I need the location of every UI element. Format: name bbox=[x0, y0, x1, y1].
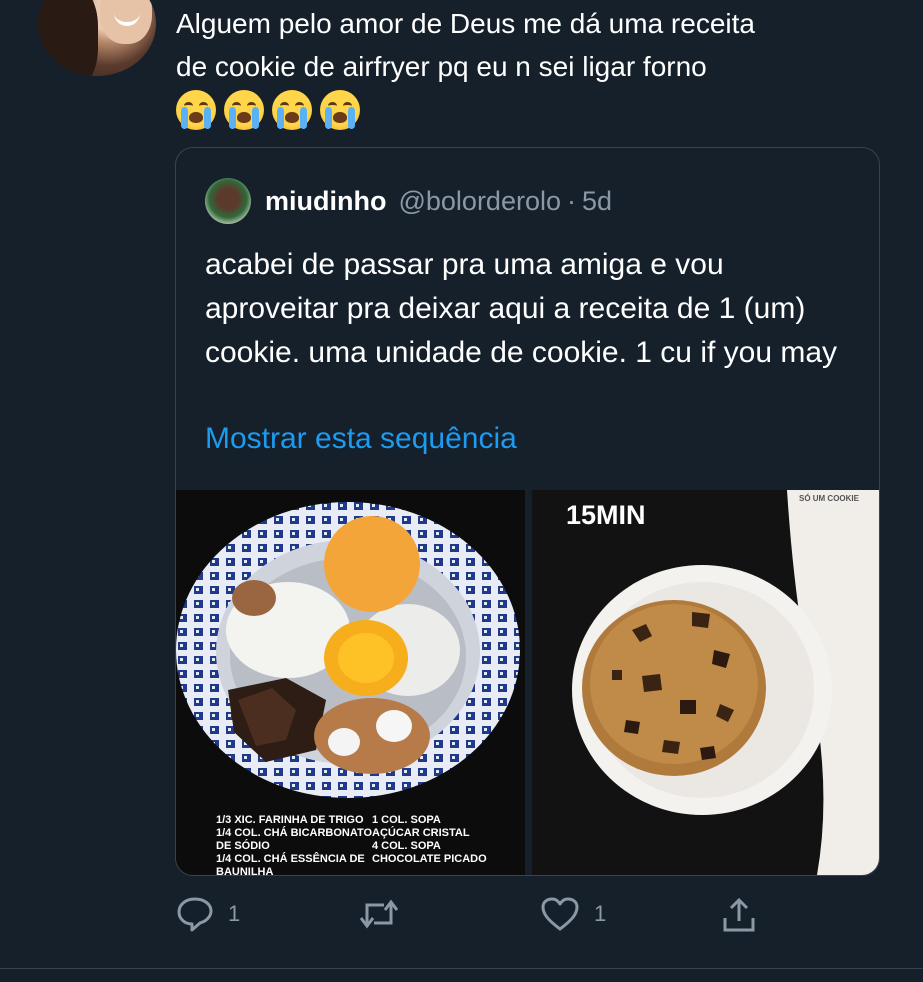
retweet-icon bbox=[359, 899, 399, 929]
loudly-crying-face-icon bbox=[320, 90, 360, 130]
recipe-line: 1/3 XIC. FARINHA DE TRIGO bbox=[216, 814, 364, 826]
like-button[interactable]: 1 bbox=[540, 896, 606, 932]
quoted-tweet[interactable]: miudinho @bolorderolo · 5d acabei de pas… bbox=[175, 147, 880, 876]
share-icon bbox=[723, 897, 755, 932]
time-label: 15MIN bbox=[566, 500, 646, 530]
recipe-line: 4 COL. SOPA bbox=[372, 840, 441, 852]
quoted-display-name[interactable]: miudinho bbox=[265, 186, 386, 217]
recipe-line: DE SÓDIO bbox=[216, 840, 270, 852]
retweet-button[interactable] bbox=[358, 896, 414, 932]
loudly-crying-face-icon bbox=[272, 90, 312, 130]
share-button[interactable] bbox=[721, 896, 757, 934]
cookie-plate-illustration bbox=[532, 490, 879, 875]
tweet-text: Alguem pelo amor de Deus me dá uma recei… bbox=[176, 2, 896, 88]
quoted-handle[interactable]: @bolorderolo bbox=[398, 186, 561, 217]
loudly-crying-face-icon bbox=[224, 90, 264, 130]
emoji-row bbox=[176, 90, 360, 130]
author-avatar[interactable] bbox=[38, 0, 156, 76]
photo-caption: SÓ UM COOKIE bbox=[798, 494, 859, 503]
separator-dot: · bbox=[567, 185, 576, 216]
quoted-tweet-header: miudinho @bolorderolo · 5d bbox=[205, 178, 612, 224]
loudly-crying-face-icon bbox=[176, 90, 216, 130]
ingredients-photo[interactable]: 1/3 XIC. FARINHA DE TRIGO 1/4 COL. CHÁ B… bbox=[176, 490, 525, 875]
show-thread-link[interactable]: Mostrar esta sequência bbox=[205, 422, 517, 456]
tweet-text-line-1: Alguem pelo amor de Deus me dá uma recei… bbox=[176, 8, 755, 39]
tweet-actions: 1 1 bbox=[176, 896, 896, 936]
recipe-line: BAUNILHA bbox=[216, 866, 274, 875]
recipe-column-2: 1 COL. SOPA AÇÚCAR CRISTAL 4 COL. SOPA C… bbox=[372, 814, 512, 866]
quoted-timestamp[interactable]: 5d bbox=[582, 186, 612, 217]
quoted-tweet-body: acabei de passar pra uma amiga e vou apr… bbox=[205, 248, 838, 369]
recipe-line: 1/4 COL. CHÁ ESSÊNCIA DE bbox=[216, 853, 365, 865]
divider bbox=[0, 968, 923, 969]
quoted-media[interactable]: 1/3 XIC. FARINHA DE TRIGO 1/4 COL. CHÁ B… bbox=[176, 490, 879, 875]
quoted-avatar[interactable] bbox=[205, 178, 251, 224]
recipe-line: 1/4 COL. CHÁ BICARBONATO bbox=[216, 827, 373, 839]
tweet-text-line-2: de cookie de airfryer pq eu n sei ligar … bbox=[176, 51, 707, 82]
recipe-line: CHOCOLATE PICADO bbox=[372, 853, 487, 865]
heart-icon bbox=[541, 897, 579, 931]
recipe-column-1: 1/3 XIC. FARINHA DE TRIGO 1/4 COL. CHÁ B… bbox=[216, 814, 381, 875]
like-count: 1 bbox=[594, 901, 607, 926]
recipe-line: AÇÚCAR CRISTAL bbox=[372, 827, 470, 839]
bowl-illustration bbox=[176, 502, 520, 798]
recipe-line: 1 COL. SOPA bbox=[372, 814, 441, 826]
reply-icon bbox=[177, 897, 213, 932]
cookie-photo[interactable]: 15MIN SÓ UM COOKIE bbox=[532, 490, 879, 875]
reply-count: 1 bbox=[228, 901, 241, 926]
reply-button[interactable]: 1 bbox=[176, 896, 240, 932]
